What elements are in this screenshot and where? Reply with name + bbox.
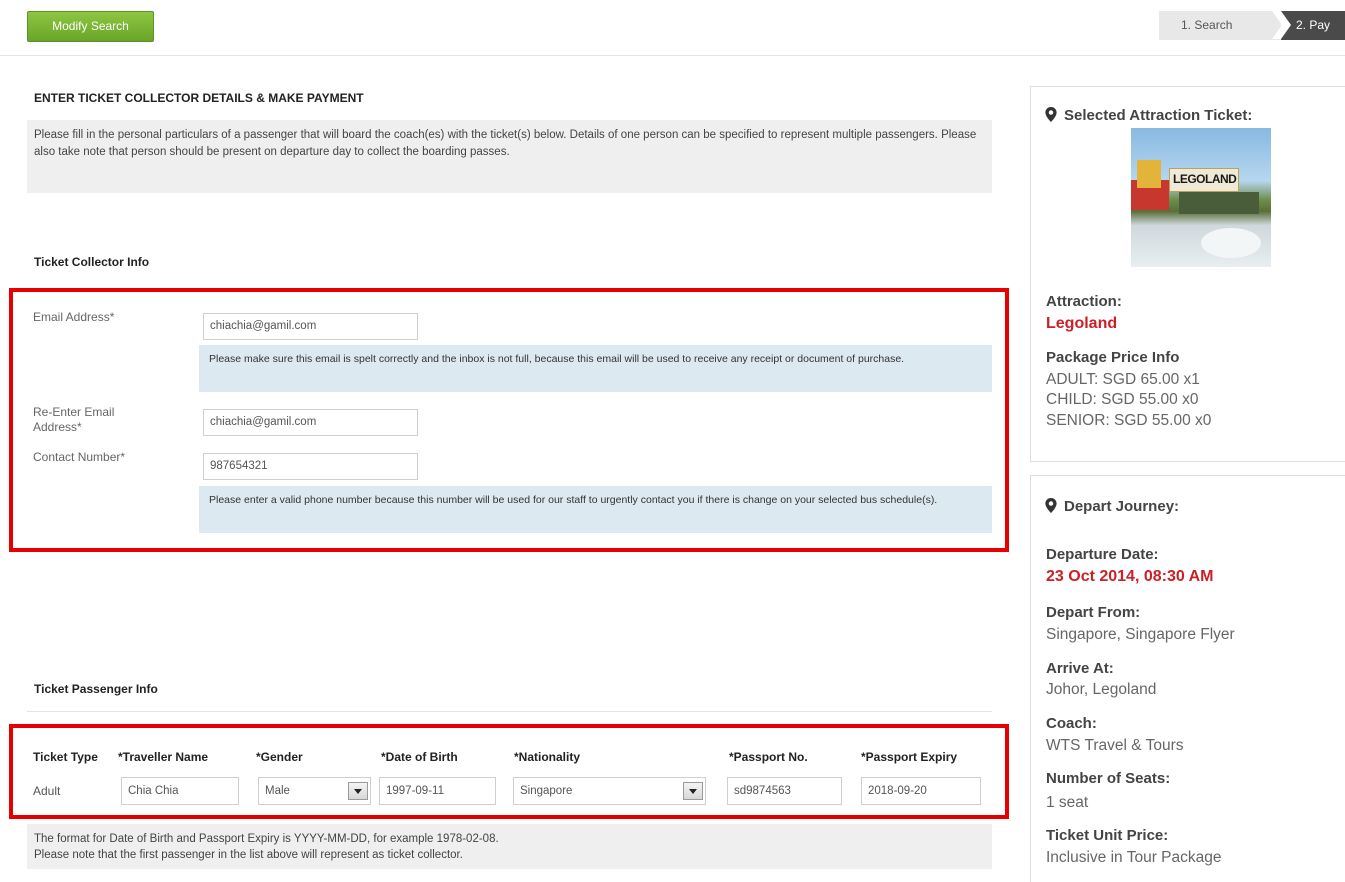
divider <box>27 711 992 712</box>
col-passport-expiry: *Passport Expiry <box>861 750 958 764</box>
departure-date-label: Departure Date: <box>1046 546 1159 563</box>
chevron-down-icon[interactable] <box>348 782 368 800</box>
top-bar: Modify Search 1. Search 2. Pay <box>0 0 1345 56</box>
contact-number-field[interactable]: 987654321 <box>203 453 418 480</box>
col-passport-no: *Passport No. <box>729 750 808 764</box>
passport-expiry-field[interactable]: 2018-09-20 <box>861 777 981 805</box>
map-pin-icon <box>1045 107 1057 122</box>
collector-highlight: Email Address* chiachia@gamil.com Please… <box>9 288 1009 552</box>
nationality-select[interactable]: Singapore <box>513 777 706 805</box>
passport-no-field[interactable]: sd9874563 <box>727 777 842 805</box>
depart-from-value: Singapore, Singapore Flyer <box>1046 626 1235 643</box>
attraction-panel-title: Selected Attraction Ticket: <box>1045 107 1252 124</box>
ticket-type-value: Adult <box>33 784 61 798</box>
col-traveller-name: *Traveller Name <box>118 750 209 764</box>
journey-panel-title: Depart Journey: <box>1045 498 1179 515</box>
collector-heading: Ticket Collector Info <box>34 255 150 269</box>
progress-steps: 1. Search 2. Pay <box>1159 11 1345 40</box>
modify-search-button[interactable]: Modify Search <box>27 11 154 42</box>
date-of-birth-field[interactable]: 1997-09-11 <box>379 777 496 805</box>
journey-panel: Depart Journey: Departure Date: 23 Oct 2… <box>1030 475 1345 882</box>
format-note-line-2: Please note that the first passenger in … <box>34 849 463 861</box>
email-label: Email Address* <box>33 310 115 324</box>
col-nationality: *Nationality <box>514 750 581 764</box>
map-pin-icon <box>1045 498 1057 513</box>
gender-select[interactable]: Male <box>258 777 371 805</box>
nationality-value: Singapore <box>520 785 573 797</box>
package-price-label: Package Price Info <box>1046 349 1180 366</box>
departure-date-value: 23 Oct 2014, 08:30 AM <box>1046 568 1214 585</box>
arrive-at-value: Johor, Legoland <box>1046 681 1157 698</box>
chevron-down-icon[interactable] <box>683 782 703 800</box>
email-field[interactable]: chiachia@gamil.com <box>203 313 418 340</box>
coach-label: Coach: <box>1046 715 1097 732</box>
step-pay: 2. Pay <box>1281 11 1345 40</box>
attraction-panel: Selected Attraction Ticket: LEGOLAND Att… <box>1030 86 1345 462</box>
gender-value: Male <box>265 785 290 797</box>
reenter-email-label: Re-Enter Email Address* <box>33 405 115 434</box>
seats-label: Number of Seats: <box>1046 770 1171 787</box>
attraction-value: Legoland <box>1046 315 1118 332</box>
unit-price-label: Ticket Unit Price: <box>1046 827 1169 844</box>
format-note: The format for Date of Birth and Passpor… <box>27 824 992 869</box>
contact-number-label: Contact Number* <box>33 450 126 464</box>
traveller-name-field[interactable]: Chia Chia <box>121 777 239 805</box>
seats-value: 1 seat <box>1046 794 1089 811</box>
legoland-sign: LEGOLAND <box>1173 172 1237 186</box>
arrive-at-label: Arrive At: <box>1046 660 1114 677</box>
format-note-line-1: The format for Date of Birth and Passpor… <box>34 833 499 845</box>
step-search: 1. Search <box>1159 11 1282 40</box>
coach-value: WTS Travel & Tours <box>1046 737 1184 754</box>
col-ticket-type: Ticket Type <box>33 750 98 764</box>
unit-price-value: Inclusive in Tour Package <box>1046 849 1222 866</box>
passenger-highlight: Ticket Type *Traveller Name *Gender *Dat… <box>9 724 1009 819</box>
email-hint: Please make sure this email is spelt cor… <box>199 345 992 392</box>
col-date-of-birth: *Date of Birth <box>381 750 458 764</box>
passenger-heading: Ticket Passenger Info <box>34 682 158 696</box>
page-title: ENTER TICKET COLLECTOR DETAILS & MAKE PA… <box>34 91 364 105</box>
price-child: CHILD: SGD 55.00 x0 <box>1046 391 1199 408</box>
depart-from-label: Depart From: <box>1046 604 1141 621</box>
col-gender: *Gender <box>256 750 303 764</box>
attraction-label: Attraction: <box>1046 293 1122 310</box>
reenter-email-field[interactable]: chiachia@gamil.com <box>203 409 418 436</box>
contact-hint: Please enter a valid phone number becaus… <box>199 486 992 533</box>
legoland-image: LEGOLAND <box>1131 128 1271 267</box>
intro-text: Please fill in the personal particulars … <box>27 120 992 193</box>
price-senior: SENIOR: SGD 55.00 x0 <box>1046 412 1212 429</box>
price-adult: ADULT: SGD 65.00 x1 <box>1046 371 1200 388</box>
